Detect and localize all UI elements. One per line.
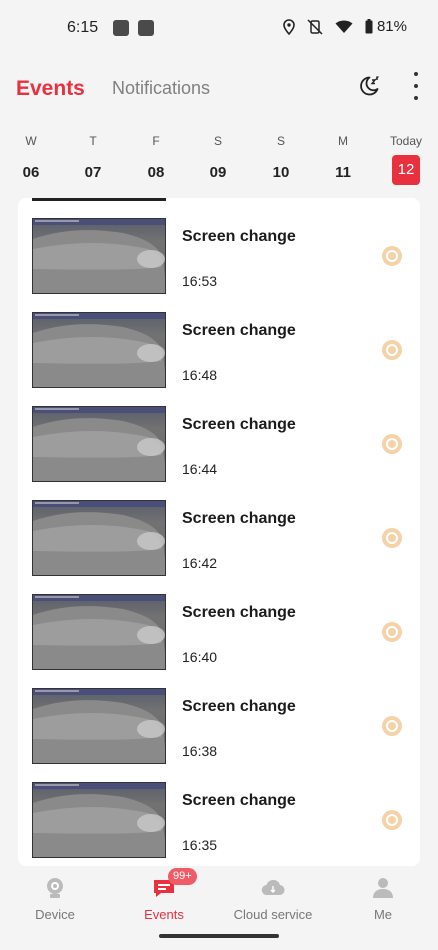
day-of-week: S: [276, 134, 285, 148]
night-mode-button[interactable]: [357, 74, 381, 98]
calendar-day[interactable]: S 09: [198, 133, 238, 183]
event-time: 16:44: [182, 461, 218, 477]
calendar-day[interactable]: T 07: [73, 133, 113, 183]
event-time: 16:53: [182, 273, 218, 289]
day-of-week: W: [25, 134, 37, 148]
nav-label: Events: [144, 907, 184, 922]
event-thumbnail[interactable]: [32, 218, 166, 294]
calendar-day-today[interactable]: Today 12: [386, 133, 426, 185]
event-title: Screen change: [182, 792, 296, 809]
location-icon: [283, 18, 295, 35]
day-number: 06: [22, 164, 40, 181]
event-thumbnail[interactable]: [32, 782, 166, 858]
events-list[interactable]: Screen change 16:53 Screen change 16:48 …: [18, 198, 420, 866]
nav-me[interactable]: Me: [333, 876, 433, 922]
event-title: Screen change: [182, 698, 296, 715]
calendar-day[interactable]: S 10: [261, 133, 301, 183]
day-number: 08: [147, 164, 165, 181]
motion-detection-icon: [382, 622, 402, 642]
vibrate-off-icon: [307, 18, 323, 35]
event-item[interactable]: Screen change 16:40: [18, 594, 420, 688]
cloud-icon: [261, 879, 285, 896]
calendar-day[interactable]: M 11: [323, 133, 363, 183]
person-icon: [373, 878, 393, 898]
dot: [414, 72, 418, 76]
previous-thumbnail-edge: [32, 198, 166, 201]
status-icons: 81%: [283, 18, 407, 35]
camera-icon: [47, 878, 63, 898]
nav-events[interactable]: 99+ Events: [114, 868, 214, 922]
battery-level: 81%: [376, 18, 407, 35]
calendar-day[interactable]: W 06: [11, 133, 51, 183]
event-time: 16:35: [182, 837, 218, 853]
motion-detection-icon: [382, 246, 402, 266]
motion-detection-icon: [382, 340, 402, 360]
day-number: 12: [392, 155, 420, 185]
event-thumbnail[interactable]: [32, 312, 166, 388]
event-item[interactable]: Screen change 16:44: [18, 406, 420, 500]
moon-sleep-icon: [360, 76, 380, 96]
wifi-icon: [335, 20, 353, 33]
day-of-week: F: [152, 134, 160, 148]
event-time: 16:42: [182, 555, 218, 571]
event-thumbnail[interactable]: [32, 594, 166, 670]
day-number: 07: [84, 164, 102, 181]
nav-label: Me: [373, 907, 393, 922]
event-item[interactable]: Screen change 16:48: [18, 312, 420, 406]
notification-icon: [113, 20, 129, 36]
event-item[interactable]: Screen change 16:38: [18, 688, 420, 782]
event-item[interactable]: Screen change 16:42: [18, 500, 420, 594]
event-time: 16:38: [182, 743, 218, 759]
event-title: Screen change: [182, 604, 296, 621]
day-of-week: Today: [389, 134, 423, 148]
nav-label: Device: [35, 907, 75, 922]
day-of-week: M: [338, 134, 348, 148]
motion-detection-icon: [382, 434, 402, 454]
app-header: Events Notifications: [0, 58, 438, 118]
day-number: 10: [272, 164, 290, 181]
status-time: 6:15: [67, 19, 99, 36]
nav-cloud-service[interactable]: Cloud service: [223, 876, 323, 922]
home-indicator[interactable]: [159, 934, 279, 938]
dot: [414, 84, 418, 88]
dot: [414, 96, 418, 100]
tab-notifications[interactable]: Notifications: [112, 78, 210, 99]
event-title: Screen change: [182, 322, 296, 339]
event-time: 16:40: [182, 649, 218, 665]
nav-label: Cloud service: [233, 907, 313, 922]
event-time: 16:48: [182, 367, 218, 383]
day-of-week: T: [89, 134, 97, 148]
event-item[interactable]: Screen change 16:53: [18, 218, 420, 312]
nav-device[interactable]: Device: [5, 876, 105, 922]
event-title: Screen change: [182, 510, 296, 527]
notification-icon: [138, 20, 154, 36]
status-bar: 6:15 81%: [0, 0, 438, 58]
notification-badge: 99+: [168, 868, 197, 885]
event-item[interactable]: Screen change 16:35: [18, 782, 420, 866]
tab-events[interactable]: Events: [16, 77, 85, 101]
motion-detection-icon: [382, 528, 402, 548]
day-number: 09: [209, 164, 227, 181]
calendar-day[interactable]: F 08: [136, 133, 176, 183]
event-title: Screen change: [182, 228, 296, 245]
motion-detection-icon: [382, 716, 402, 736]
event-title: Screen change: [182, 416, 296, 433]
motion-detection-icon: [382, 810, 402, 830]
event-thumbnail[interactable]: [32, 406, 166, 482]
day-of-week: S: [213, 134, 222, 148]
more-options-button[interactable]: [412, 72, 420, 100]
event-thumbnail[interactable]: [32, 500, 166, 576]
day-number: 11: [335, 164, 351, 181]
battery-icon: [365, 19, 373, 34]
event-thumbnail[interactable]: [32, 688, 166, 764]
date-strip: W 06 T 07 F 08 S 09 S 10 M 11 Today 12: [0, 133, 438, 193]
